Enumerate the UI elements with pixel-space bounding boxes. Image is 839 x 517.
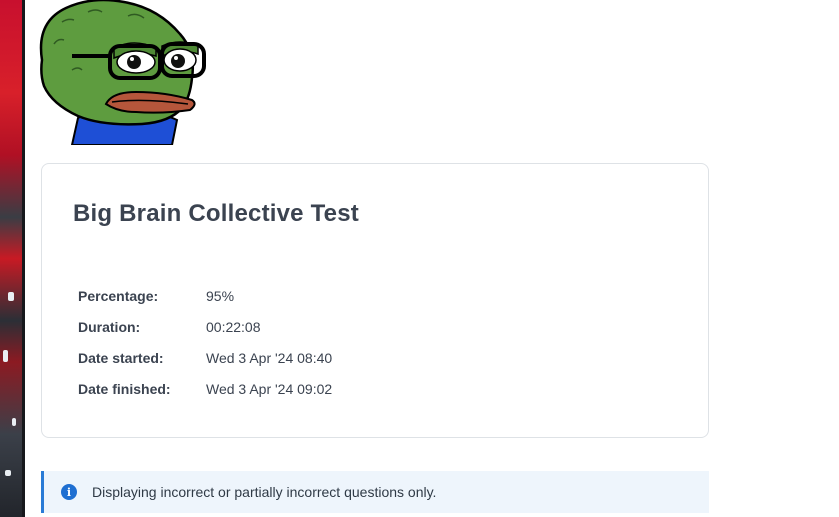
summary-value: Wed 3 Apr '24 09:02	[206, 380, 333, 397]
info-icon: i	[61, 484, 77, 500]
quiz-title: Big Brain Collective Test	[73, 200, 359, 227]
summary-value: 95%	[206, 287, 235, 304]
summary-label: Date finished:	[78, 380, 171, 397]
background-image-strip	[0, 0, 22, 517]
summary-value: 00:22:08	[206, 318, 261, 335]
summary-label: Date started:	[78, 349, 164, 366]
quiz-summary-card: Big Brain Collective Test Percentage: 95…	[41, 163, 709, 438]
notice-text: Displaying incorrect or partially incorr…	[92, 484, 437, 500]
summary-label: Percentage:	[78, 287, 159, 304]
quiz-summary-table: Percentage: 95% Duration: 00:22:08 Date …	[78, 280, 332, 404]
page-border	[22, 0, 25, 517]
summary-row-date-finished: Date finished: Wed 3 Apr '24 09:02	[78, 373, 332, 404]
summary-row-duration: Duration: 00:22:08	[78, 311, 332, 342]
info-notice: i Displaying incorrect or partially inco…	[41, 471, 709, 513]
summary-row-date-started: Date started: Wed 3 Apr '24 08:40	[78, 342, 332, 373]
summary-row-percentage: Percentage: 95%	[78, 280, 332, 311]
summary-label: Duration:	[78, 318, 141, 335]
summary-value: Wed 3 Apr '24 08:40	[206, 349, 333, 366]
frog-avatar-icon	[39, 0, 206, 145]
